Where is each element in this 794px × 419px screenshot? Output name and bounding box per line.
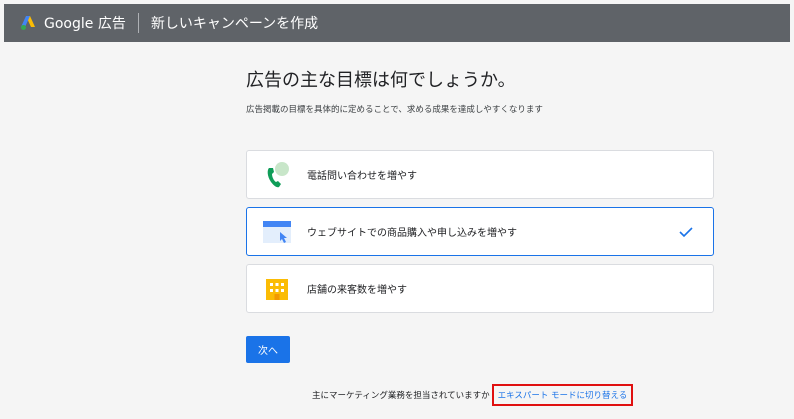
- goal-option-label: 電話問い合わせを増やす: [307, 171, 417, 182]
- brand-name: Google 広告: [44, 16, 126, 32]
- page-title: 新しいキャンペーンを作成: [150, 16, 319, 32]
- goal-option-website-sales[interactable]: ウェブサイトでの商品購入や申し込みを増やす: [246, 207, 714, 256]
- website-icon: [261, 216, 293, 248]
- store-icon: [261, 273, 293, 305]
- goal-options: 電話問い合わせを増やす ウェブサイトでの商品購入や申し込みを増やす 店舗の来客数…: [246, 150, 714, 321]
- check-icon: [679, 226, 693, 237]
- header-divider: [137, 13, 139, 33]
- google-ads-logo-icon[interactable]: [20, 15, 36, 31]
- goal-option-label: 店舗の来客数を増やす: [307, 285, 407, 296]
- footer: 主にマーケティング業務を担当されていますか エキスパート モードに切り替える: [312, 384, 634, 406]
- phone-icon: [261, 159, 293, 191]
- goal-subheading: 広告掲載の目標を具体的に定めることで、求める成果を達成しやすくなります: [246, 105, 543, 115]
- expert-mode-link[interactable]: エキスパート モードに切り替える: [491, 384, 634, 406]
- next-button[interactable]: 次へ: [246, 336, 290, 363]
- goal-option-store-visits[interactable]: 店舗の来客数を増やす: [246, 264, 714, 313]
- marketing-question: 主にマーケティング業務を担当されていますか: [312, 391, 490, 401]
- goal-option-phone-calls[interactable]: 電話問い合わせを増やす: [246, 150, 714, 199]
- top-bar: Google 広告 新しいキャンペーンを作成: [4, 4, 790, 42]
- goal-heading: 広告の主な目標は何でしょうか。: [246, 70, 516, 91]
- goal-option-label: ウェブサイトでの商品購入や申し込みを増やす: [307, 228, 517, 239]
